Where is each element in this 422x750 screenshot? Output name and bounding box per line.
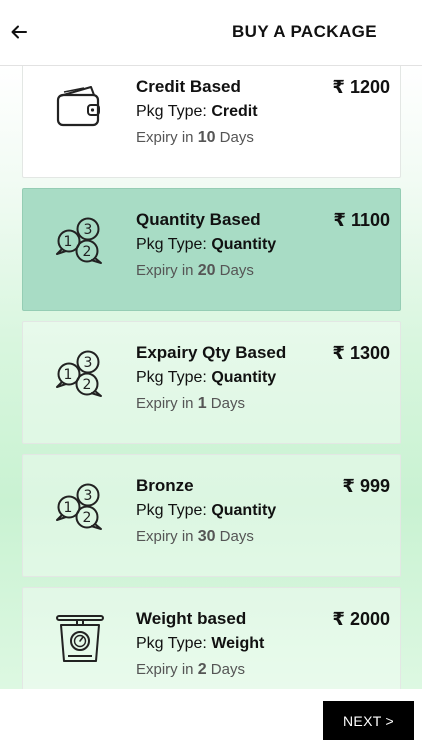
package-expiry: Expiry in 2 Days xyxy=(136,661,245,678)
svg-text:3: 3 xyxy=(84,488,93,504)
package-name: Weight based xyxy=(136,609,247,628)
expiry-days: 2 xyxy=(197,661,207,678)
app-header: BUY A PACKAGE xyxy=(0,0,422,66)
package-card-bronze[interactable]: 3 1 2 Bronze Pkg Type: Quantity Expiry i… xyxy=(22,454,401,577)
weighing-scale-icon xyxy=(56,615,104,662)
svg-text:3: 3 xyxy=(84,222,93,238)
package-expiry: Expiry in 1 Days xyxy=(136,395,245,412)
rupee-symbol: ₹ xyxy=(342,476,355,496)
package-type-value: Credit xyxy=(211,103,258,120)
package-price: ₹ 999 xyxy=(342,476,390,496)
expiry-days: 30 xyxy=(197,528,216,545)
numbers-chat-icon: 3 1 2 xyxy=(56,217,102,264)
svg-text:2: 2 xyxy=(83,244,92,260)
arrow-left-icon xyxy=(11,25,27,39)
next-button[interactable]: NEXT > xyxy=(323,701,414,740)
footer-bar: NEXT > xyxy=(0,689,422,750)
package-type-value: Quantity xyxy=(211,369,277,386)
package-card-expairy-qty-based[interactable]: 3 1 2 Expairy Qty Based Pkg Type: Quanti… xyxy=(22,321,401,444)
numbers-chat-icon: 3 1 2 xyxy=(56,483,102,530)
package-name: Bronze xyxy=(136,476,194,495)
package-expiry: Expiry in 10 Days xyxy=(136,129,254,146)
package-type-value: Quantity xyxy=(211,502,277,519)
package-name: Credit Based xyxy=(136,77,241,96)
package-expiry: Expiry in 20 Days xyxy=(136,262,254,279)
package-price: ₹ 1200 xyxy=(332,77,390,97)
back-button[interactable] xyxy=(6,18,32,46)
expiry-days: 10 xyxy=(197,129,216,146)
package-type: Pkg Type: Quantity xyxy=(136,369,277,386)
expiry-days: 20 xyxy=(197,262,216,279)
package-expiry: Expiry in 30 Days xyxy=(136,528,254,545)
svg-text:2: 2 xyxy=(83,377,92,393)
package-type: Pkg Type: Quantity xyxy=(136,502,277,519)
package-card-credit-based[interactable]: Credit Based Pkg Type: Credit Expiry in … xyxy=(22,66,401,178)
page-title: BUY A PACKAGE xyxy=(232,22,377,41)
numbers-chat-icon: 3 1 2 xyxy=(56,350,102,397)
rupee-symbol: ₹ xyxy=(332,77,345,97)
package-type: Pkg Type: Quantity xyxy=(136,236,277,253)
package-type-value: Quantity xyxy=(211,236,277,253)
svg-text:1: 1 xyxy=(64,500,73,516)
package-card-weight-based[interactable]: Weight based Pkg Type: Weight Expiry in … xyxy=(22,587,401,689)
rupee-symbol: ₹ xyxy=(333,210,346,230)
svg-text:2: 2 xyxy=(83,510,92,526)
package-type: Pkg Type: Weight xyxy=(136,635,265,652)
rupee-symbol: ₹ xyxy=(332,343,345,363)
svg-text:1: 1 xyxy=(64,367,73,383)
expiry-days: 1 xyxy=(197,395,207,412)
svg-text:3: 3 xyxy=(84,355,93,371)
package-type: Pkg Type: Credit xyxy=(136,103,258,120)
package-price: ₹ 2000 xyxy=(332,609,390,629)
wallet-icon xyxy=(56,86,100,127)
package-name: Quantity Based xyxy=(136,210,261,229)
package-name: Expairy Qty Based xyxy=(136,343,287,362)
rupee-symbol: ₹ xyxy=(332,609,345,629)
package-list[interactable]: Credit Based Pkg Type: Credit Expiry in … xyxy=(0,66,422,689)
package-price: ₹ 1100 xyxy=(333,210,390,230)
package-card-quantity-based[interactable]: 3 1 2 Quantity Based Pkg Type: Quantity … xyxy=(22,188,401,311)
package-price: ₹ 1300 xyxy=(332,343,390,363)
package-type-value: Weight xyxy=(211,635,265,652)
svg-text:1: 1 xyxy=(64,234,73,250)
